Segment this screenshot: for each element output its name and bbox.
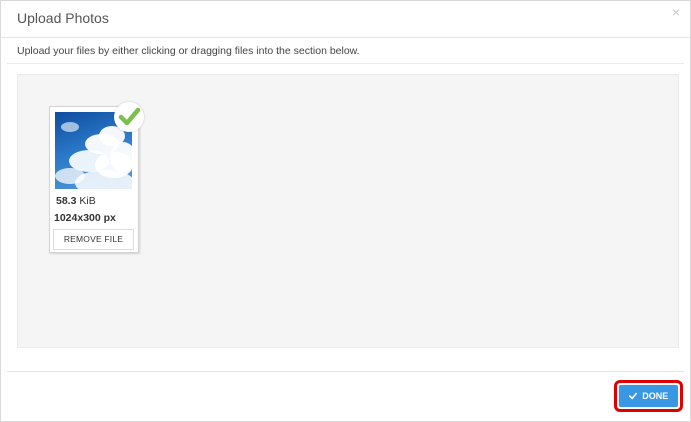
dialog-header: Upload Photos × [1, 1, 690, 38]
done-label: DONE [642, 391, 669, 401]
remove-file-button[interactable]: REMOVE FILE [53, 229, 134, 250]
upload-instructions: Upload your files by either clicking or … [17, 45, 360, 57]
upload-success-badge [114, 102, 144, 132]
done-button[interactable]: DONE [619, 385, 678, 407]
uploaded-file-preview: 58.3 KiB 1024x300 px REMOVE FILE [49, 102, 144, 253]
footer-divider [7, 371, 684, 372]
file-size: 58.3 KiB [56, 195, 96, 207]
divider [7, 63, 684, 64]
file-size-value: 58.3 [56, 195, 77, 207]
file-size-unit: KiB [79, 195, 96, 207]
dialog-title: Upload Photos [17, 10, 109, 26]
upload-dropzone[interactable]: 58.3 KiB 1024x300 px REMOVE FILE [17, 74, 679, 348]
file-dimensions: 1024x300 px [54, 212, 116, 224]
close-icon[interactable]: × [672, 5, 680, 19]
upload-photos-dialog: Upload Photos × Upload your files by eit… [0, 0, 691, 422]
check-icon [628, 391, 640, 401]
check-icon [118, 107, 141, 126]
